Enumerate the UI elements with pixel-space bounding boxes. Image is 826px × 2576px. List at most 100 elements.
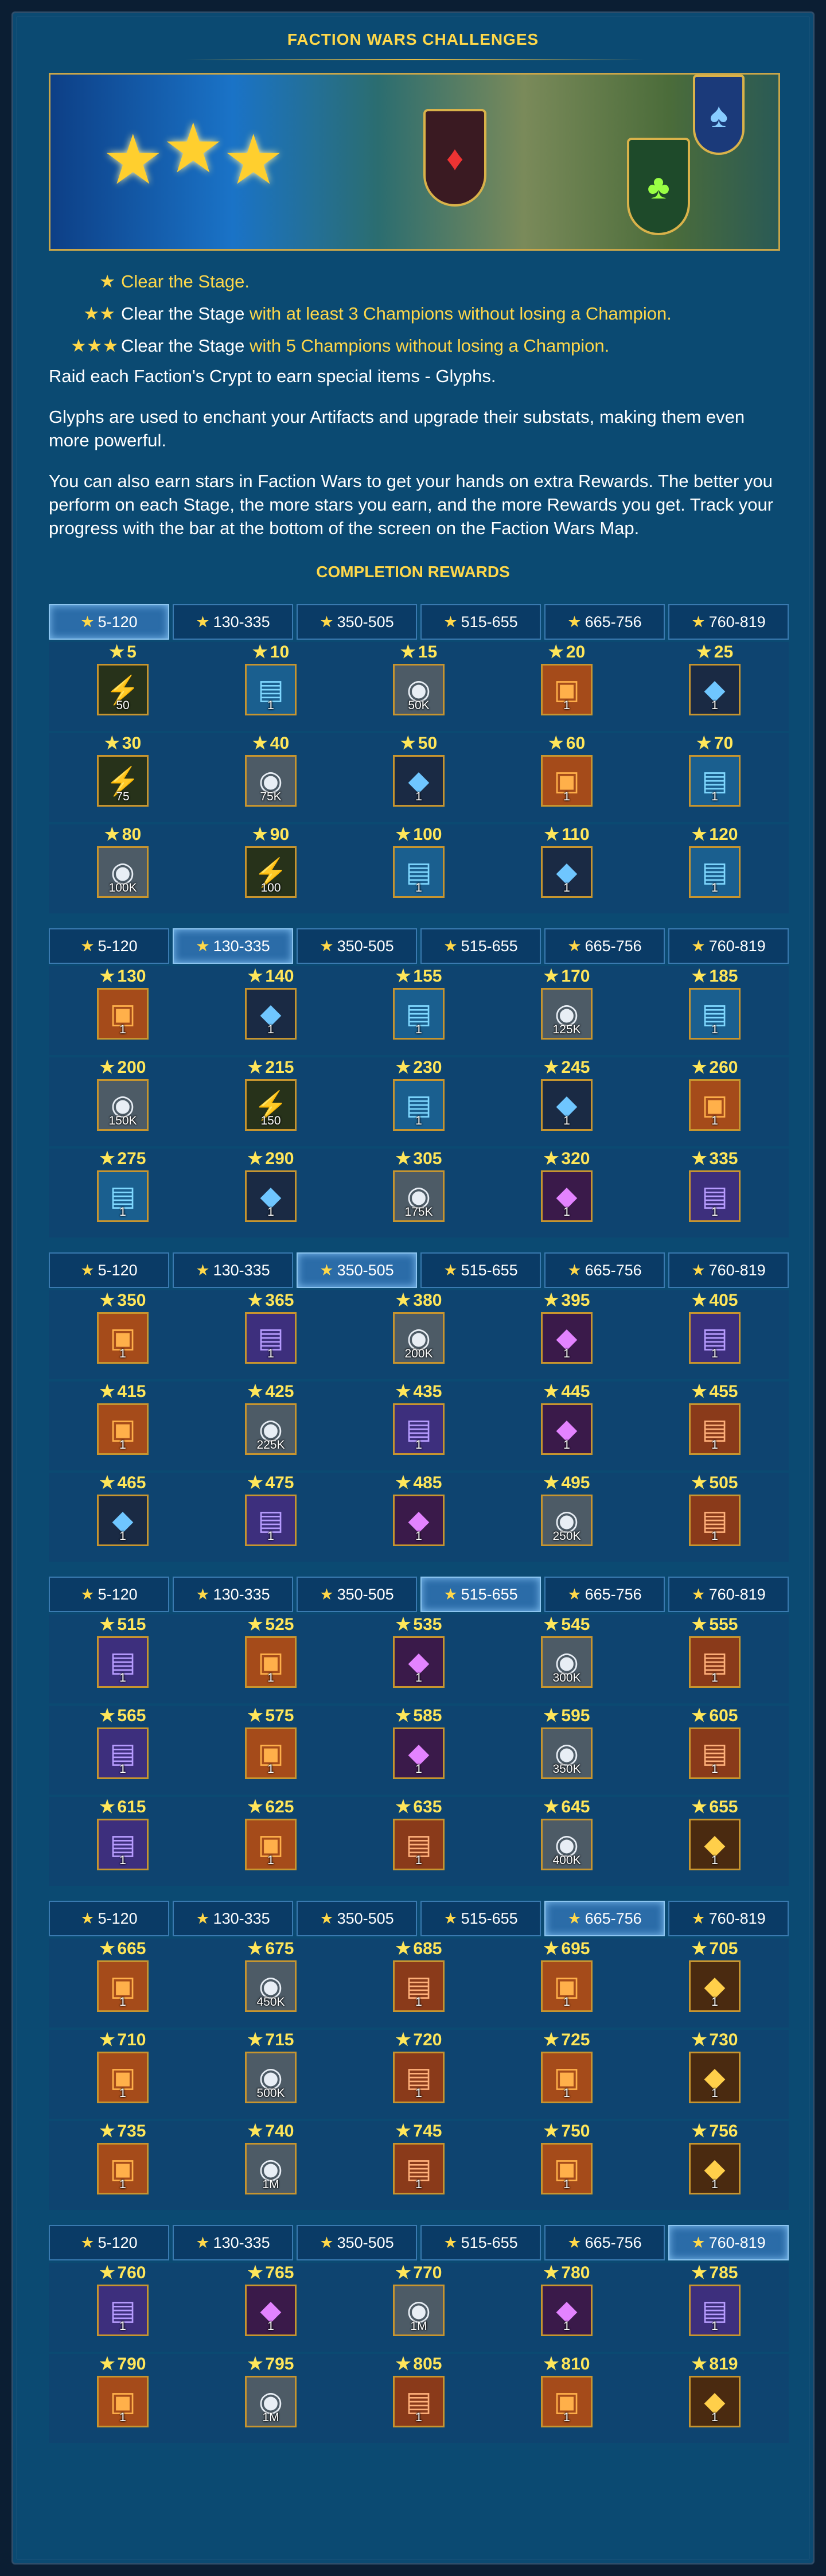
tab-range-515-655[interactable]: ★ 515-655 bbox=[420, 1577, 541, 1612]
silver-coin-icon[interactable]: ◉ 200K bbox=[393, 1312, 445, 1364]
chest-icon[interactable]: ▣ 1 bbox=[245, 1636, 297, 1688]
silver-coin-icon[interactable]: ◉ 350K bbox=[541, 1727, 593, 1779]
tab-range-665-756[interactable]: ★ 665-756 bbox=[544, 2225, 665, 2260]
chest-icon[interactable]: ▣ 1 bbox=[541, 2052, 593, 2103]
ancient-shard-icon[interactable]: ◆ 1 bbox=[393, 755, 445, 807]
tab-range-760-819[interactable]: ★ 760-819 bbox=[668, 1252, 789, 1288]
tab-range-130-335[interactable]: ★ 130-335 bbox=[173, 2225, 293, 2260]
chest-icon[interactable]: ▣ 1 bbox=[97, 2143, 149, 2194]
epic-glyph-book-icon[interactable]: ▤ 1 bbox=[689, 1727, 741, 1779]
tab-range-5-120[interactable]: ★ 5-120 bbox=[49, 928, 169, 964]
tab-range-760-819[interactable]: ★ 760-819 bbox=[668, 1901, 789, 1936]
tab-range-665-756[interactable]: ★ 665-756 bbox=[544, 1252, 665, 1288]
void-shard-icon[interactable]: ◆ 1 bbox=[541, 2285, 593, 2336]
sacred-shard-icon[interactable]: ◆ 1 bbox=[689, 2052, 741, 2103]
tab-range-760-819[interactable]: ★ 760-819 bbox=[668, 1577, 789, 1612]
ancient-shard-icon[interactable]: ◆ 1 bbox=[541, 846, 593, 898]
silver-coin-icon[interactable]: ◉ 1M bbox=[245, 2143, 297, 2194]
glyph-book-icon[interactable]: ▤ 1 bbox=[245, 664, 297, 715]
tab-range-515-655[interactable]: ★ 515-655 bbox=[420, 1901, 541, 1936]
silver-coin-icon[interactable]: ◉ 300K bbox=[541, 1636, 593, 1688]
silver-coin-icon[interactable]: ◉ 125K bbox=[541, 988, 593, 1040]
chest-icon[interactable]: ▣ 1 bbox=[541, 1960, 593, 2012]
epic-glyph-book-icon[interactable]: ▤ 1 bbox=[689, 1403, 741, 1455]
chest-icon[interactable]: ▣ 1 bbox=[541, 2143, 593, 2194]
silver-coin-icon[interactable]: ◉ 400K bbox=[541, 1819, 593, 1870]
glyph-book-icon[interactable]: ▤ 1 bbox=[689, 988, 741, 1040]
tab-range-350-505[interactable]: ★ 350-505 bbox=[297, 1252, 417, 1288]
tab-range-515-655[interactable]: ★ 515-655 bbox=[420, 1252, 541, 1288]
ancient-shard-icon[interactable]: ◆ 1 bbox=[689, 664, 741, 715]
void-shard-icon[interactable]: ◆ 1 bbox=[541, 1312, 593, 1364]
sacred-shard-icon[interactable]: ◆ 1 bbox=[689, 2143, 741, 2194]
silver-coin-icon[interactable]: ◉ 1M bbox=[245, 2376, 297, 2427]
energy-icon[interactable]: ⚡ 100 bbox=[245, 846, 297, 898]
tab-range-5-120[interactable]: ★ 5-120 bbox=[49, 1901, 169, 1936]
tab-range-760-819[interactable]: ★ 760-819 bbox=[668, 928, 789, 964]
chest-icon[interactable]: ▣ 1 bbox=[245, 1819, 297, 1870]
ancient-shard-icon[interactable]: ◆ 1 bbox=[245, 988, 297, 1040]
rare-glyph-book-icon[interactable]: ▤ 1 bbox=[393, 1403, 445, 1455]
tab-range-665-756[interactable]: ★ 665-756 bbox=[544, 1577, 665, 1612]
chest-icon[interactable]: ▣ 1 bbox=[541, 755, 593, 807]
epic-glyph-book-icon[interactable]: ▤ 1 bbox=[689, 1636, 741, 1688]
tab-range-665-756[interactable]: ★ 665-756 bbox=[544, 604, 665, 640]
ancient-shard-icon[interactable]: ◆ 1 bbox=[97, 1495, 149, 1546]
tab-range-760-819[interactable]: ★ 760-819 bbox=[668, 2225, 789, 2260]
silver-coin-icon[interactable]: ◉ 250K bbox=[541, 1495, 593, 1546]
epic-glyph-book-icon[interactable]: ▤ 1 bbox=[393, 1819, 445, 1870]
tab-range-350-505[interactable]: ★ 350-505 bbox=[297, 2225, 417, 2260]
sacred-shard-icon[interactable]: ◆ 1 bbox=[689, 1819, 741, 1870]
tab-range-5-120[interactable]: ★ 5-120 bbox=[49, 2225, 169, 2260]
ancient-shard-icon[interactable]: ◆ 1 bbox=[245, 1170, 297, 1222]
chest-icon[interactable]: ▣ 1 bbox=[541, 664, 593, 715]
tab-range-515-655[interactable]: ★ 515-655 bbox=[420, 604, 541, 640]
tab-range-130-335[interactable]: ★ 130-335 bbox=[173, 1901, 293, 1936]
rare-glyph-book-icon[interactable]: ▤ 1 bbox=[245, 1312, 297, 1364]
chest-icon[interactable]: ▣ 1 bbox=[245, 1727, 297, 1779]
silver-coin-icon[interactable]: ◉ 175K bbox=[393, 1170, 445, 1222]
chest-icon[interactable]: ▣ 1 bbox=[97, 1960, 149, 2012]
rare-glyph-book-icon[interactable]: ▤ 1 bbox=[97, 2285, 149, 2336]
tab-range-350-505[interactable]: ★ 350-505 bbox=[297, 1577, 417, 1612]
silver-coin-icon[interactable]: ◉ 500K bbox=[245, 2052, 297, 2103]
chest-icon[interactable]: ▣ 1 bbox=[97, 1312, 149, 1364]
tab-range-5-120[interactable]: ★ 5-120 bbox=[49, 604, 169, 640]
energy-icon[interactable]: ⚡ 75 bbox=[97, 755, 149, 807]
ancient-shard-icon[interactable]: ◆ 1 bbox=[541, 1079, 593, 1131]
void-shard-icon[interactable]: ◆ 1 bbox=[541, 1403, 593, 1455]
void-shard-icon[interactable]: ◆ 1 bbox=[393, 1495, 445, 1546]
rare-glyph-book-icon[interactable]: ▤ 1 bbox=[97, 1636, 149, 1688]
void-shard-icon[interactable]: ◆ 1 bbox=[541, 1170, 593, 1222]
tab-range-130-335[interactable]: ★ 130-335 bbox=[173, 1252, 293, 1288]
rare-glyph-book-icon[interactable]: ▤ 1 bbox=[689, 1170, 741, 1222]
rare-glyph-book-icon[interactable]: ▤ 1 bbox=[245, 1495, 297, 1546]
glyph-book-icon[interactable]: ▤ 1 bbox=[393, 988, 445, 1040]
rare-glyph-book-icon[interactable]: ▤ 1 bbox=[689, 2285, 741, 2336]
chest-icon[interactable]: ▣ 1 bbox=[97, 1403, 149, 1455]
glyph-book-icon[interactable]: ▤ 1 bbox=[97, 1170, 149, 1222]
chest-icon[interactable]: ▣ 1 bbox=[97, 2052, 149, 2103]
silver-coin-icon[interactable]: ◉ 75K bbox=[245, 755, 297, 807]
void-shard-icon[interactable]: ◆ 1 bbox=[393, 1636, 445, 1688]
silver-coin-icon[interactable]: ◉ 1M bbox=[393, 2285, 445, 2336]
energy-icon[interactable]: ⚡ 50 bbox=[97, 664, 149, 715]
tab-range-665-756[interactable]: ★ 665-756 bbox=[544, 1901, 665, 1936]
tab-range-5-120[interactable]: ★ 5-120 bbox=[49, 1252, 169, 1288]
tab-range-665-756[interactable]: ★ 665-756 bbox=[544, 928, 665, 964]
silver-coin-icon[interactable]: ◉ 150K bbox=[97, 1079, 149, 1131]
sacred-shard-icon[interactable]: ◆ 1 bbox=[689, 1960, 741, 2012]
glyph-book-icon[interactable]: ▤ 1 bbox=[689, 755, 741, 807]
silver-coin-icon[interactable]: ◉ 225K bbox=[245, 1403, 297, 1455]
void-shard-icon[interactable]: ◆ 1 bbox=[393, 1727, 445, 1779]
silver-coin-icon[interactable]: ◉ 450K bbox=[245, 1960, 297, 2012]
glyph-book-icon[interactable]: ▤ 1 bbox=[393, 1079, 445, 1131]
tab-range-350-505[interactable]: ★ 350-505 bbox=[297, 604, 417, 640]
tab-range-760-819[interactable]: ★ 760-819 bbox=[668, 604, 789, 640]
rare-glyph-book-icon[interactable]: ▤ 1 bbox=[689, 1312, 741, 1364]
chest-icon[interactable]: ▣ 1 bbox=[689, 1079, 741, 1131]
rare-glyph-book-icon[interactable]: ▤ 1 bbox=[97, 1819, 149, 1870]
tab-range-130-335[interactable]: ★ 130-335 bbox=[173, 928, 293, 964]
epic-glyph-book-icon[interactable]: ▤ 1 bbox=[393, 1960, 445, 2012]
tab-range-515-655[interactable]: ★ 515-655 bbox=[420, 2225, 541, 2260]
